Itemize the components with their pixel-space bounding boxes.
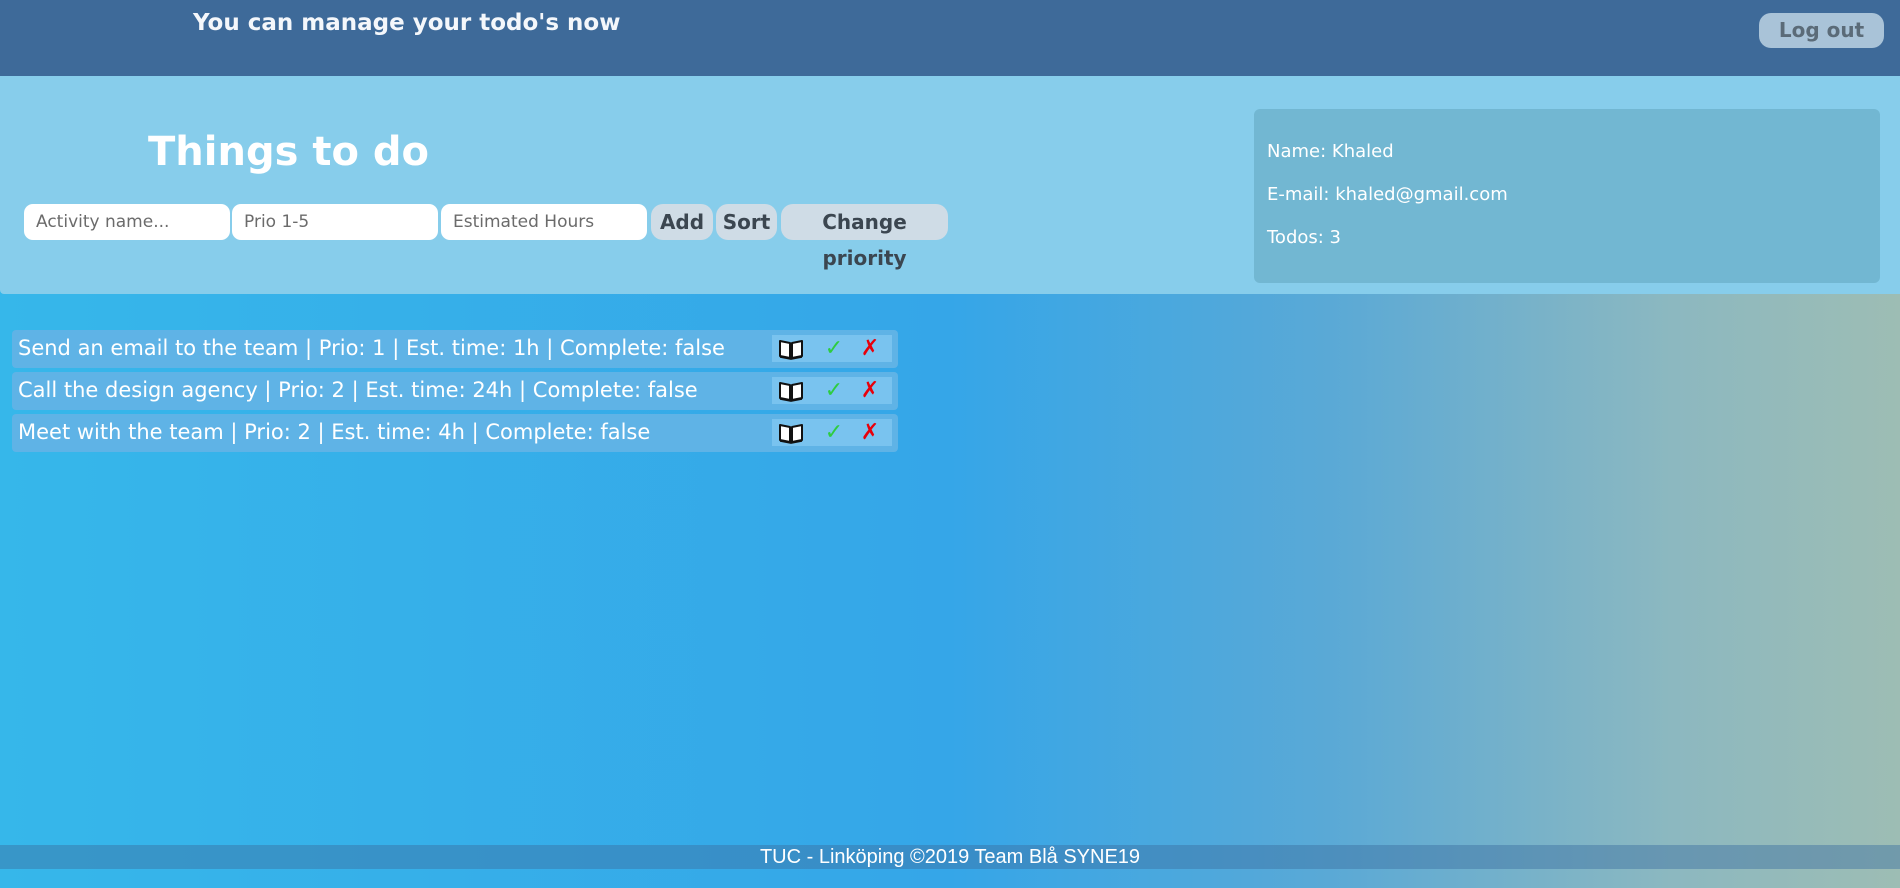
top-bar: You can manage your todo's now Log out: [0, 0, 1900, 76]
estimated-hours-input[interactable]: [441, 204, 647, 240]
logout-button[interactable]: Log out: [1759, 13, 1884, 48]
todo-item-text: Call the design agency | Prio: 2 | Est. …: [18, 378, 698, 402]
cross-icon[interactable]: ✗: [855, 335, 885, 362]
todo-actions: ✓ ✗: [772, 419, 892, 446]
sort-button[interactable]: Sort: [716, 204, 777, 240]
page-title: Things to do: [148, 129, 429, 175]
cross-icon[interactable]: ✗: [855, 419, 885, 446]
welcome-message: You can manage your todo's now: [193, 10, 621, 36]
add-button[interactable]: Add: [651, 204, 713, 240]
book-icon[interactable]: [776, 335, 806, 362]
todo-item: Meet with the team | Prio: 2 | Est. time…: [12, 414, 898, 452]
todo-actions: ✓ ✗: [772, 377, 892, 404]
todo-item: Call the design agency | Prio: 2 | Est. …: [12, 372, 898, 410]
checkmark-icon[interactable]: ✓: [819, 377, 849, 404]
todo-item-text: Meet with the team | Prio: 2 | Est. time…: [18, 420, 651, 444]
cross-icon[interactable]: ✗: [855, 377, 885, 404]
change-priority-button[interactable]: Change priority: [781, 204, 948, 270]
checkmark-icon[interactable]: ✓: [819, 419, 849, 446]
profile-card: Name: Khaled E-mail: khaled@gmail.com To…: [1254, 109, 1880, 283]
prio-input[interactable]: [232, 204, 438, 240]
todo-item-text: Send an email to the team | Prio: 1 | Es…: [18, 336, 725, 360]
profile-email: E-mail: khaled@gmail.com: [1267, 184, 1508, 205]
book-icon[interactable]: [776, 419, 806, 446]
profile-name: Name: Khaled: [1267, 141, 1394, 162]
activity-name-input[interactable]: [24, 204, 230, 240]
profile-todo-count: Todos: 3: [1267, 227, 1342, 248]
footer: TUC - Linköping ©2019 Team Blå SYNE19: [0, 845, 1900, 869]
checkmark-icon[interactable]: ✓: [819, 335, 849, 362]
todo-actions: ✓ ✗: [772, 335, 892, 362]
book-icon[interactable]: [776, 377, 806, 404]
todo-item: Send an email to the team | Prio: 1 | Es…: [12, 330, 898, 368]
